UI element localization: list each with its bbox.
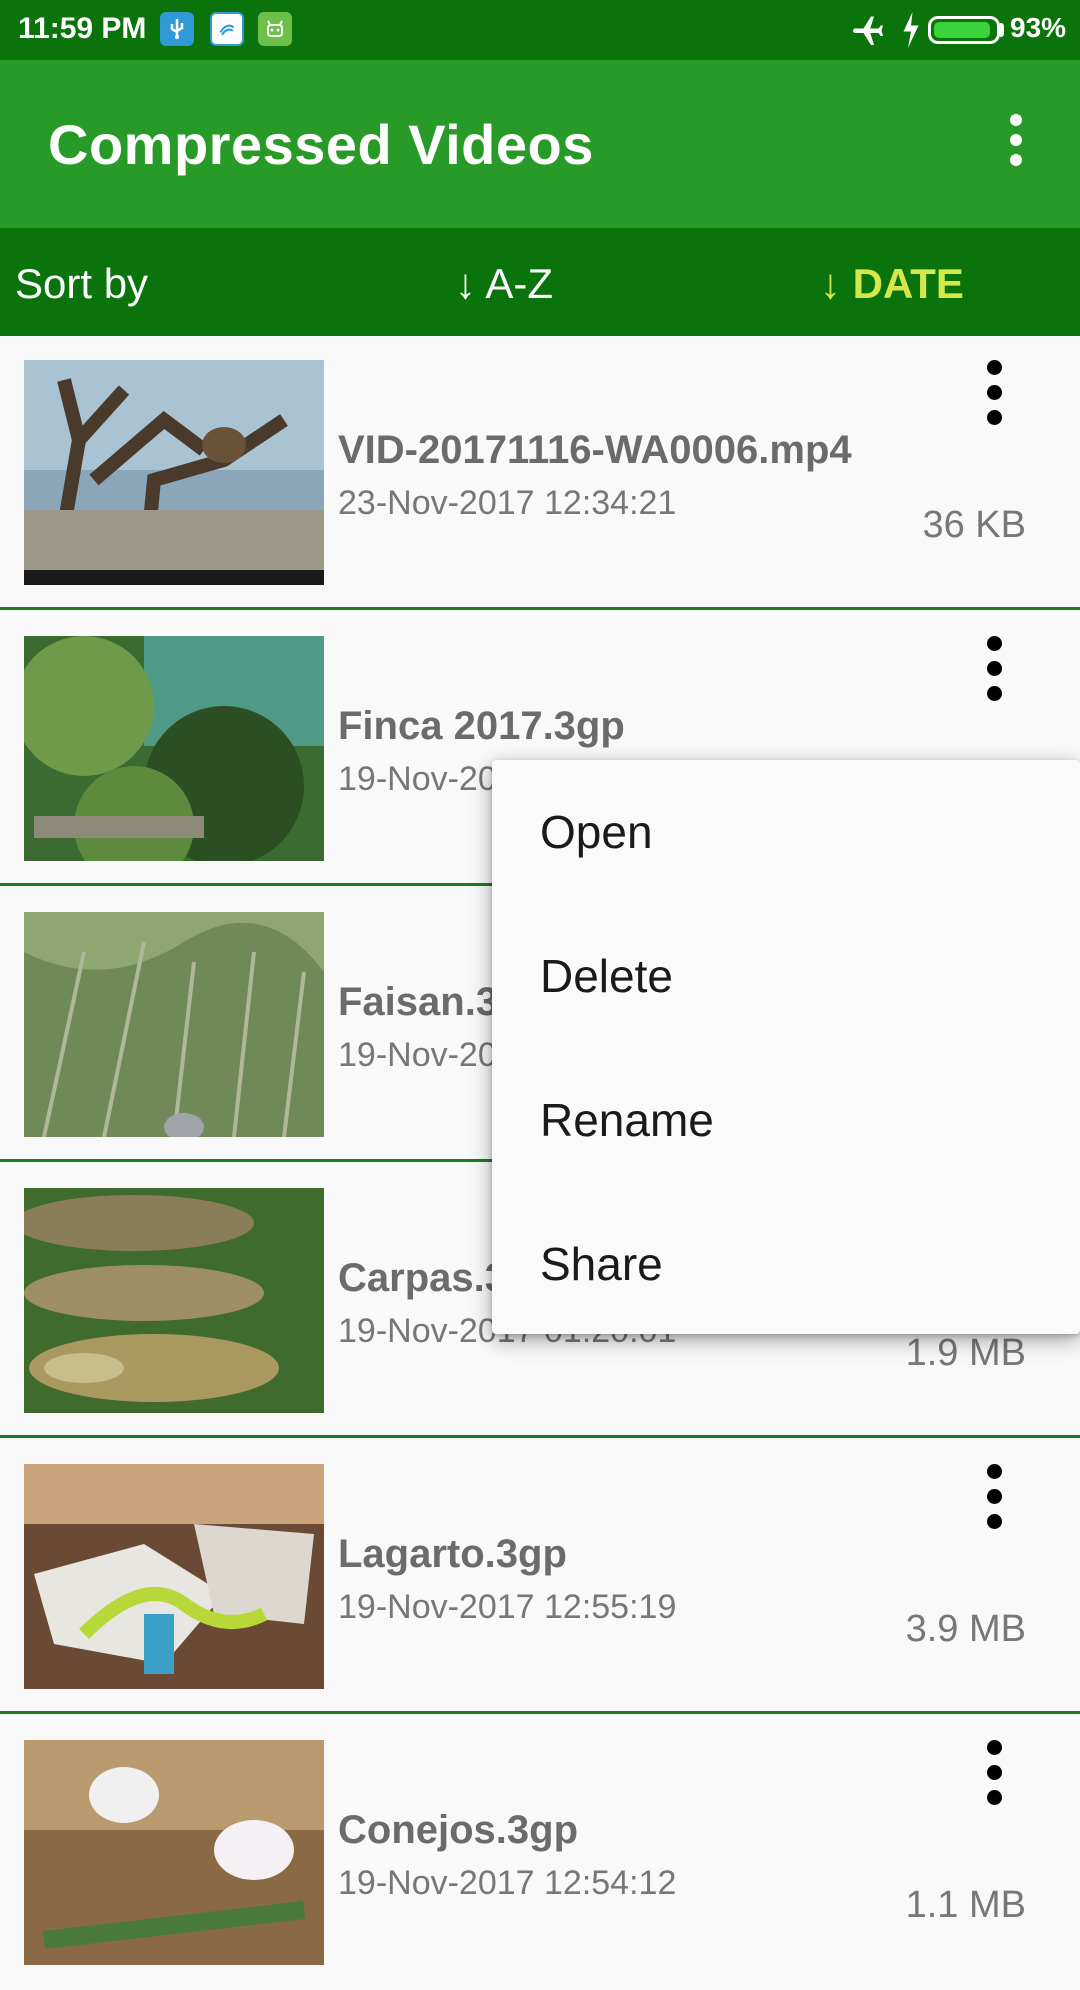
video-file-name: Lagarto.3gp: [338, 1532, 567, 1576]
video-thumbnail: [24, 636, 324, 861]
airplane-mode-icon: [850, 12, 886, 53]
video-list-item[interactable]: VID-20171116-WA0006.mp4 23-Nov-2017 12:3…: [0, 336, 1080, 610]
menu-item-share[interactable]: Share: [492, 1192, 1080, 1336]
video-date: 19-Nov-2017 12:55:19: [338, 1588, 677, 1626]
app-notification-icon: [210, 12, 244, 46]
battery-terminal: [1000, 23, 1004, 37]
video-list-item[interactable]: Conejos.3gp 19-Nov-2017 12:54:12 1.1 MB: [0, 1716, 1080, 1990]
video-file-name: Finca 2017.3gp: [338, 704, 625, 748]
status-bar: 11:59 PM 93%: [0, 0, 1080, 60]
video-thumbnail: [24, 1464, 324, 1689]
usb-icon: [160, 12, 194, 46]
video-size: 1.1 MB: [905, 1884, 1026, 1926]
video-thumbnail: [24, 1740, 324, 1965]
video-date: 19-Nov-2017 12:54:12: [338, 1864, 677, 1902]
video-file-name: VID-20171116-WA0006.mp4: [338, 428, 852, 472]
android-icon: [258, 12, 292, 46]
item-more-icon[interactable]: [980, 636, 1008, 706]
item-more-icon[interactable]: [980, 360, 1008, 430]
more-options-icon[interactable]: [1000, 108, 1032, 178]
sort-az-button[interactable]: ↓ A-Z: [455, 260, 553, 308]
menu-item-rename[interactable]: Rename: [492, 1048, 1080, 1192]
sort-bar: Sort by ↓ A-Z ↓ DATE: [0, 228, 1080, 336]
video-size: 36 KB: [922, 504, 1026, 546]
menu-item-delete[interactable]: Delete: [492, 904, 1080, 1048]
sort-date-button[interactable]: ↓ DATE: [820, 260, 964, 308]
video-size: 1.9 MB: [905, 1332, 1026, 1374]
battery-level: [934, 22, 990, 38]
status-time: 11:59 PM: [18, 12, 147, 45]
video-date: 19-Nov-20: [338, 760, 497, 798]
video-thumbnail: [24, 360, 324, 585]
menu-item-open[interactable]: Open: [492, 760, 1080, 904]
item-more-icon[interactable]: [980, 1464, 1008, 1534]
sort-by-label: Sort by: [15, 260, 149, 307]
video-size: 3.9 MB: [905, 1608, 1026, 1650]
app-bar: Compressed Videos: [0, 60, 1080, 228]
context-menu: Open Delete Rename Share: [492, 760, 1080, 1334]
battery-percent: 93%: [1010, 12, 1067, 43]
item-more-icon[interactable]: [980, 1740, 1008, 1810]
video-thumbnail: [24, 912, 324, 1137]
video-file-name: Conejos.3gp: [338, 1808, 579, 1852]
page-title: Compressed Videos: [48, 113, 594, 176]
video-date: 19-Nov-20: [338, 1036, 497, 1074]
charging-icon: [900, 12, 922, 53]
video-file-name: Faisan.3: [338, 980, 499, 1024]
video-date: 23-Nov-2017 12:34:21: [338, 484, 677, 522]
video-thumbnail: [24, 1188, 324, 1413]
video-file-name: Carpas.3: [338, 1256, 507, 1300]
battery-icon: [928, 16, 1000, 44]
video-list-item[interactable]: Lagarto.3gp 19-Nov-2017 12:55:19 3.9 MB: [0, 1440, 1080, 1714]
